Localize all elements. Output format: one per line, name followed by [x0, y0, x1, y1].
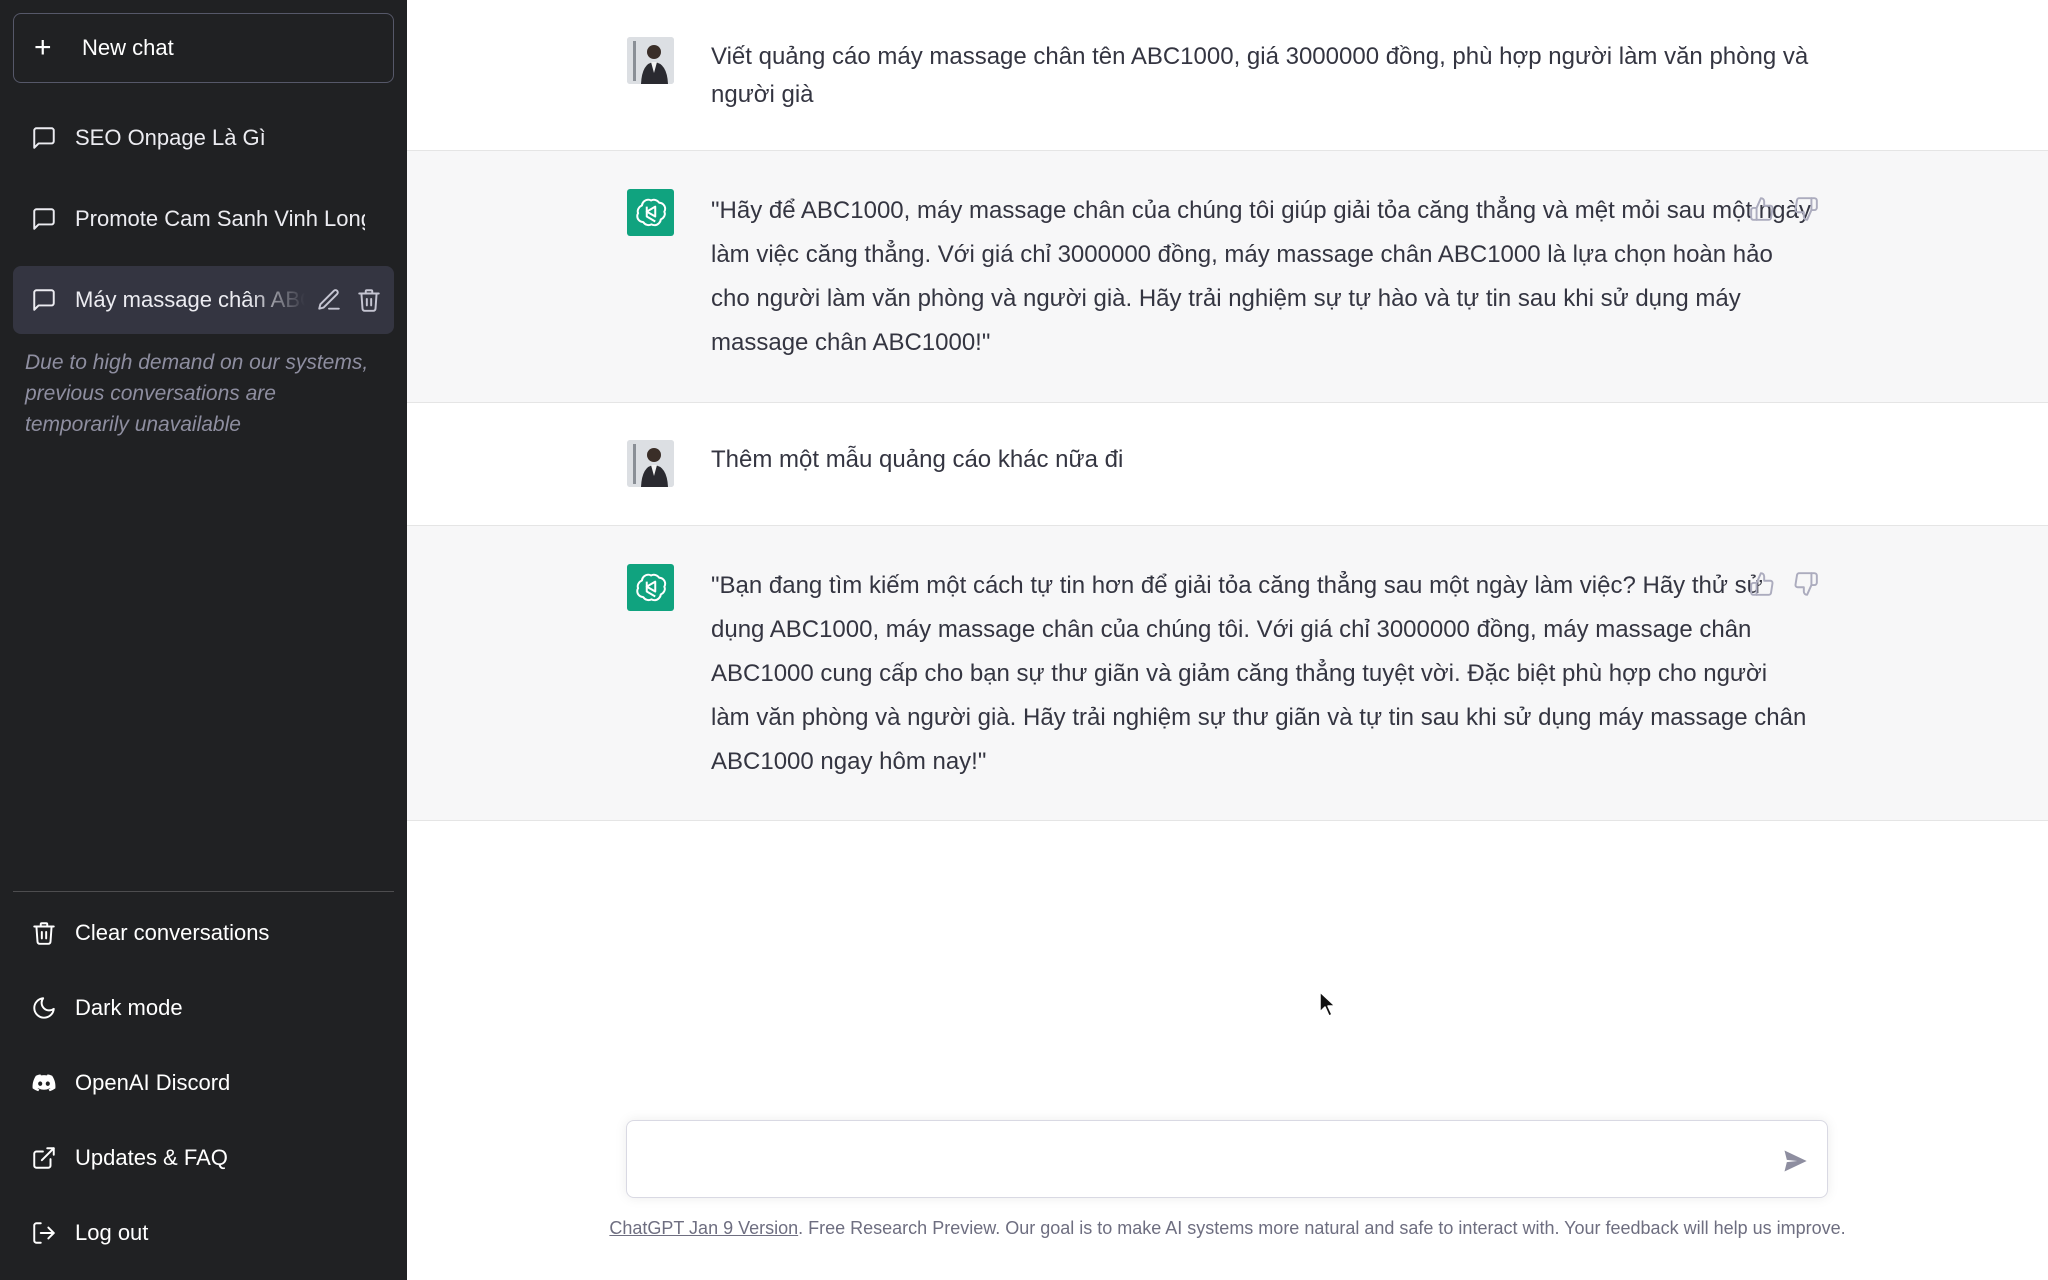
chat-bubble-icon [33, 208, 55, 230]
conversation-label: Máy massage chân ABC1000 [75, 287, 305, 312]
dark-mode-label: Dark mode [75, 995, 183, 1020]
message-input[interactable] [647, 1141, 1757, 1181]
footer-disclaimer: ChatGPT Jan 9 Version. Free Research Pre… [407, 1218, 2048, 1239]
send-icon[interactable] [1781, 1147, 1809, 1175]
plus-icon: + [34, 31, 52, 64]
sidebar-conversation-item-active[interactable]: Máy massage chân ABC1000 [13, 266, 394, 334]
openai-discord-link[interactable]: OpenAI Discord [13, 1051, 394, 1115]
conversation-actions [316, 287, 382, 313]
thumbs-up-icon[interactable] [1749, 196, 1775, 222]
assistant-message: "Bạn đang tìm kiếm một cách tự tin hơn đ… [407, 526, 2048, 821]
sidebar-conversation-item[interactable]: Promote Cam Sanh Vinh Long [13, 185, 394, 253]
pencil-icon[interactable] [316, 287, 342, 313]
updates-faq-link[interactable]: Updates & FAQ [13, 1126, 394, 1190]
message-text: Thêm một mẫu quảng cáo khác nữa đi [711, 446, 1124, 473]
message-text: "Hãy để ABC1000, máy massage chân của ch… [711, 197, 1811, 356]
thumbs-down-icon[interactable] [1793, 196, 1819, 222]
clear-conversations-label: Clear conversations [75, 920, 270, 945]
feedback-buttons [1749, 571, 1819, 597]
footer-text: . Free Research Preview. Our goal is to … [798, 1218, 1846, 1238]
chatgpt-logo-icon [627, 564, 674, 611]
trash-icon[interactable] [356, 287, 382, 313]
updates-faq-label: Updates & FAQ [75, 1145, 228, 1170]
mouse-cursor-icon [1319, 991, 1336, 1017]
dark-mode-button[interactable]: Dark mode [13, 976, 394, 1040]
thumbs-up-icon[interactable] [1749, 571, 1775, 597]
chat-main: Viết quảng cáo máy massage chân tên ABC1… [407, 0, 2048, 1280]
chat-bubble-icon [33, 289, 55, 311]
conversation-label: SEO Onpage Là Gì [75, 125, 266, 150]
discord-icon [32, 1074, 56, 1092]
version-link[interactable]: ChatGPT Jan 9 Version [609, 1218, 798, 1238]
user-avatar [627, 37, 674, 84]
sidebar-divider [13, 891, 394, 892]
user-message: Thêm một mẫu quảng cáo khác nữa đi [407, 403, 2048, 526]
external-link-icon [33, 1147, 55, 1169]
logout-icon [33, 1222, 55, 1244]
chat-bubble-icon [33, 127, 55, 149]
clear-conversations-button[interactable]: Clear conversations [13, 901, 394, 965]
openai-discord-label: OpenAI Discord [75, 1070, 231, 1095]
history-unavailable-notice: Due to high demand on our systems, previ… [25, 351, 369, 436]
trash-icon [33, 922, 55, 945]
moon-icon [33, 997, 55, 1019]
sidebar: + New chat SEO Onpage Là Gì Promote Cam … [0, 0, 407, 1280]
user-avatar [627, 440, 674, 487]
message-text: "Bạn đang tìm kiếm một cách tự tin hơn đ… [711, 572, 1807, 775]
logout-button[interactable]: Log out [13, 1201, 394, 1265]
message-composer [626, 1120, 1828, 1198]
feedback-buttons [1749, 196, 1819, 222]
chatgpt-logo-icon [627, 189, 674, 236]
assistant-message: "Hãy để ABC1000, máy massage chân của ch… [407, 151, 2048, 403]
conversation-label: Promote Cam Sanh Vinh Long [75, 206, 365, 231]
message-text: Viết quảng cáo máy massage chân tên ABC1… [711, 43, 1809, 108]
user-message: Viết quảng cáo máy massage chân tên ABC1… [407, 0, 2048, 151]
logout-label: Log out [75, 1220, 149, 1245]
new-chat-button[interactable]: + New chat [13, 13, 394, 83]
thumbs-down-icon[interactable] [1793, 571, 1819, 597]
new-chat-label: New chat [82, 35, 174, 60]
sidebar-conversation-item[interactable]: SEO Onpage Là Gì [13, 104, 394, 172]
